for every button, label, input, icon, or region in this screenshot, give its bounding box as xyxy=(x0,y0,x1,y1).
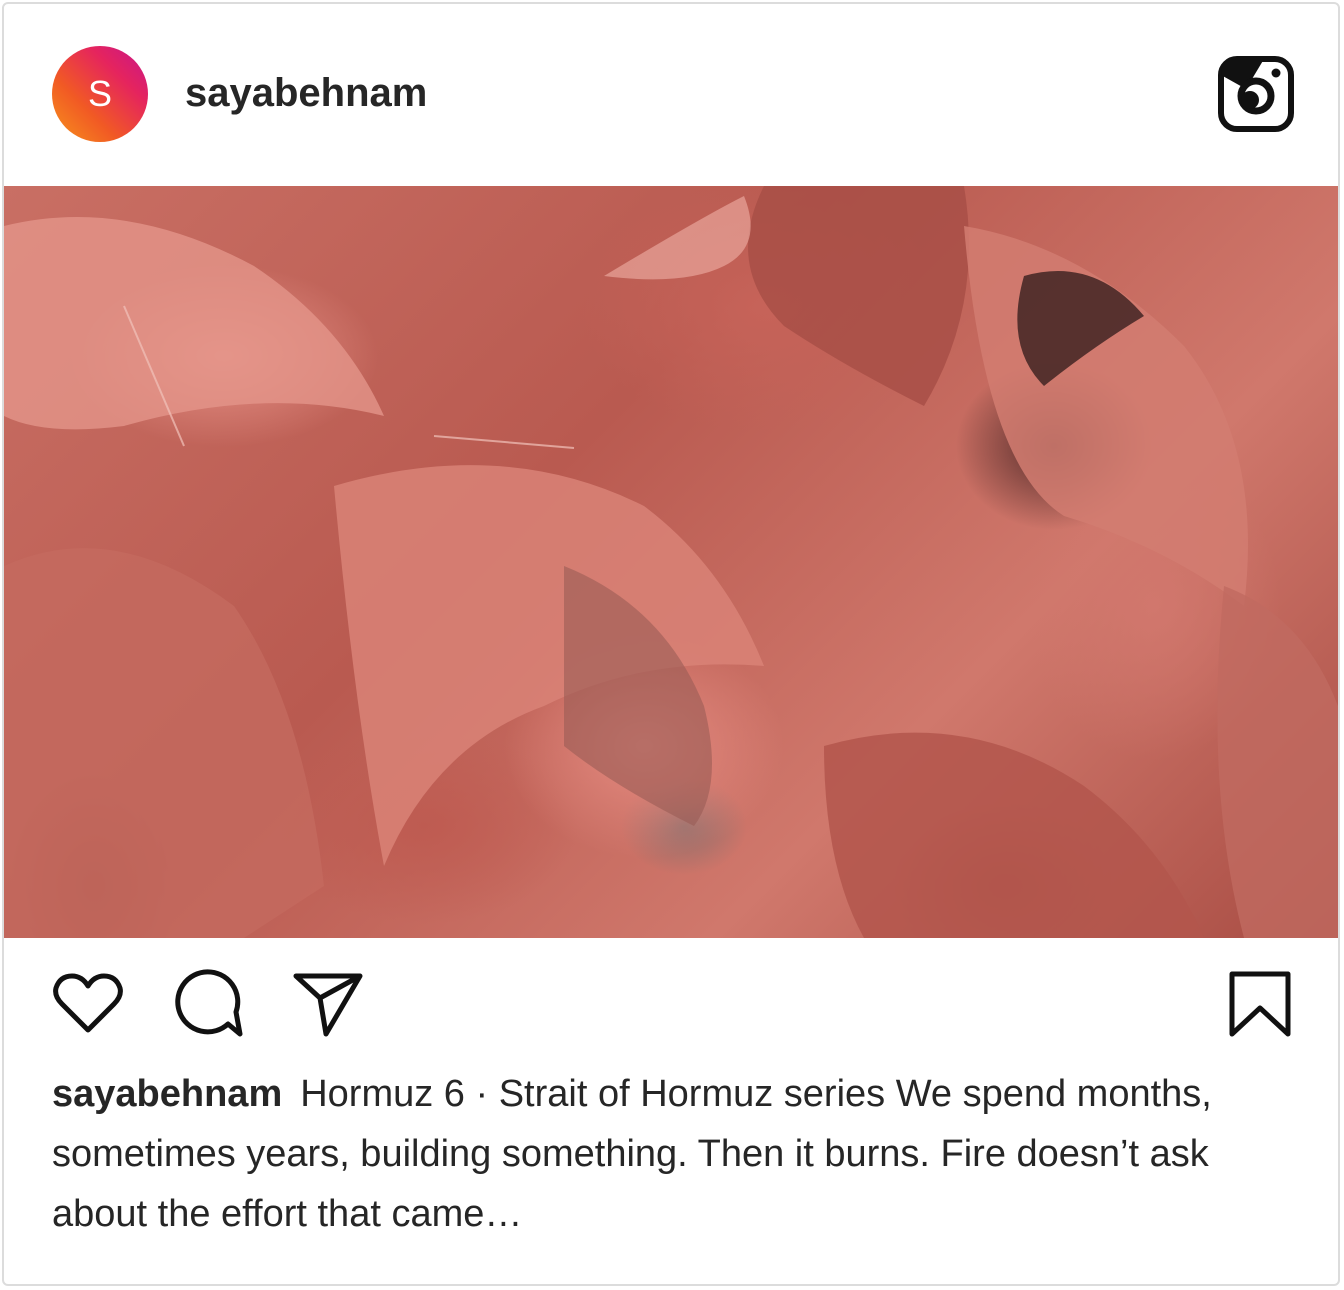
post-caption: sayabehnam Hormuz 6 · Strait of Hormuz se… xyxy=(52,1064,1282,1244)
avatar-letter: S xyxy=(87,73,112,114)
post-image-texture xyxy=(4,186,1338,938)
avatar[interactable]: S xyxy=(52,46,148,142)
comment-icon[interactable] xyxy=(172,968,244,1040)
heart-icon[interactable] xyxy=(52,968,124,1040)
post-actions xyxy=(4,938,1338,1058)
instagram-icon[interactable] xyxy=(1218,56,1294,132)
share-icon[interactable] xyxy=(292,968,364,1040)
post-image[interactable] xyxy=(4,186,1338,938)
post-card: S sayabehnam sayabehnam Hormuz 6 · Strai… xyxy=(2,2,1340,1286)
post-username[interactable]: sayabehnam xyxy=(185,70,427,116)
bookmark-icon[interactable] xyxy=(1224,968,1296,1040)
post-header: S sayabehnam xyxy=(4,4,1338,186)
caption-username[interactable]: sayabehnam xyxy=(52,1073,282,1115)
